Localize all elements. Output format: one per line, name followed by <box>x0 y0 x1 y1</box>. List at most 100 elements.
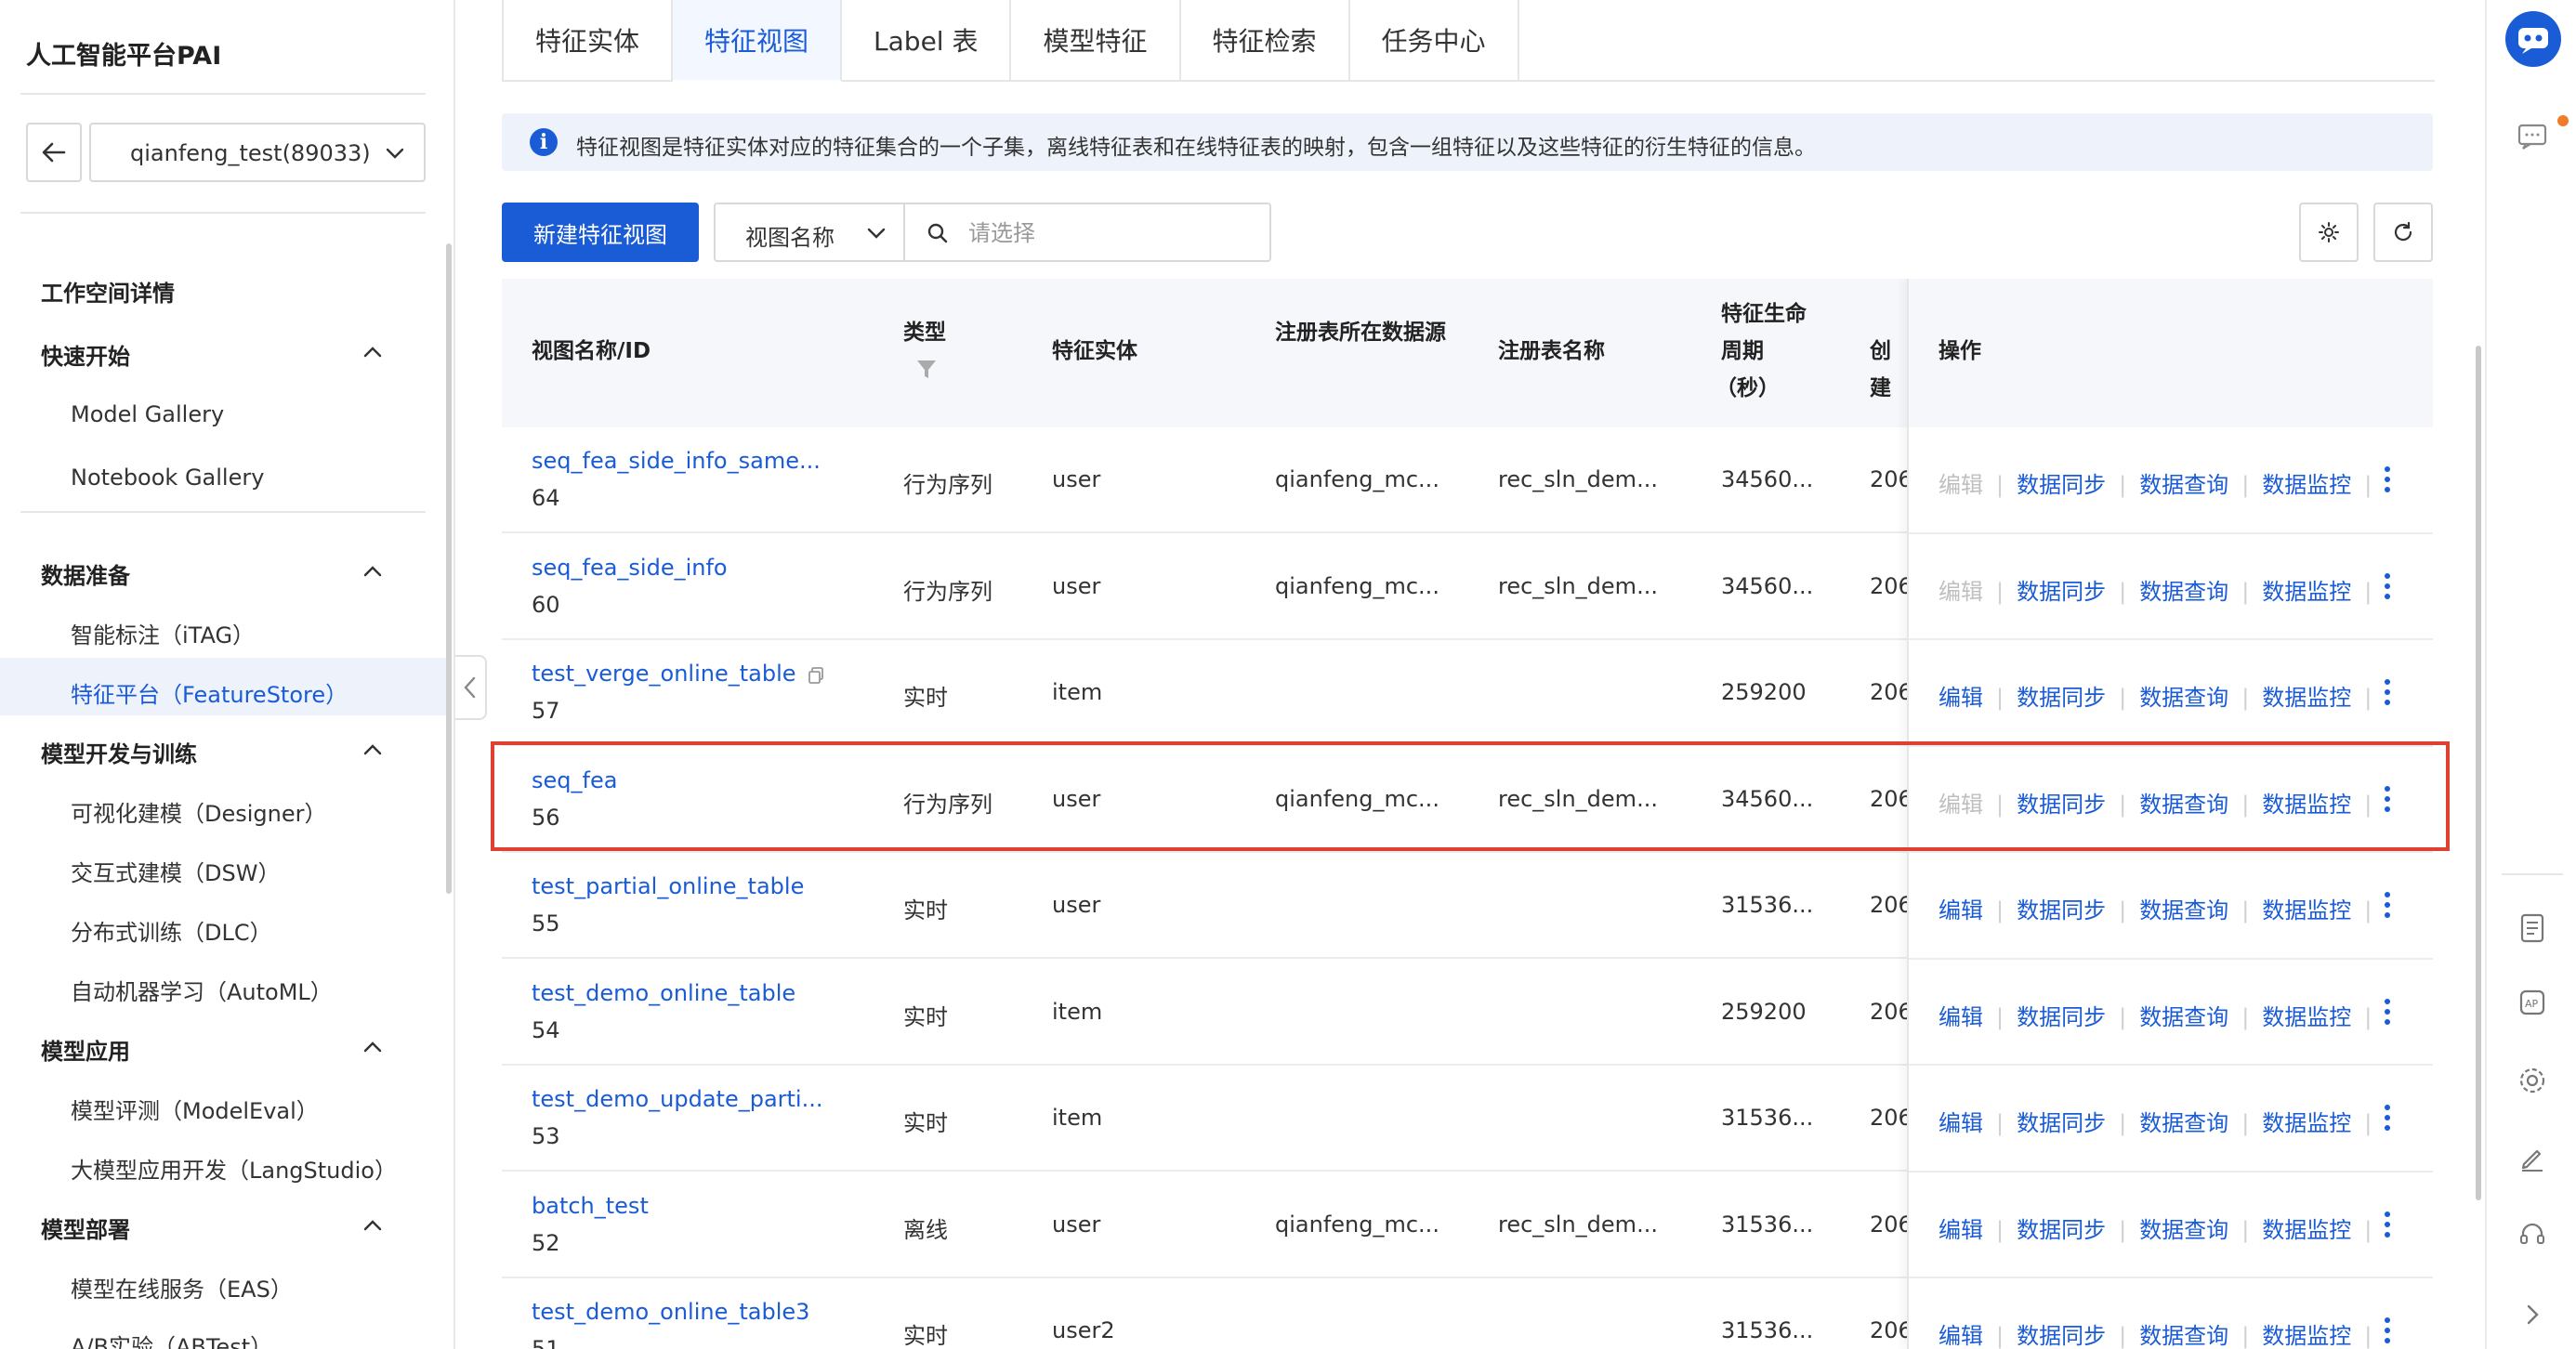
data-sync-link[interactable]: 数据同步 <box>2017 1323 2106 1349</box>
chevron-up-icon[interactable] <box>359 557 387 585</box>
more-icon[interactable] <box>2383 571 2392 601</box>
data-sync-link[interactable]: 数据同步 <box>2017 685 2106 711</box>
edit-link[interactable]: 编辑 <box>1939 685 1983 711</box>
back-button[interactable] <box>26 123 82 182</box>
tab-model-feature[interactable]: 模型特征 <box>1011 0 1181 82</box>
workspace-select[interactable]: qianfeng_test(89033) <box>89 123 426 182</box>
data-monitor-link[interactable]: 数据监控 <box>2262 685 2351 711</box>
data-monitor-link[interactable]: 数据监控 <box>2262 1323 2351 1349</box>
chevron-up-icon[interactable] <box>359 1033 387 1061</box>
more-icon[interactable] <box>2383 1210 2392 1239</box>
filter-field-select[interactable]: 视图名称 <box>714 203 905 262</box>
nav-workspace-detail[interactable]: 工作空间详情 <box>41 275 175 308</box>
chevron-up-icon[interactable] <box>359 338 387 366</box>
data-query-link[interactable]: 数据查询 <box>2139 1110 2228 1136</box>
more-icon[interactable] <box>2383 1103 2392 1133</box>
expand-rail-button[interactable] <box>2511 1293 2554 1336</box>
nav-group-data-prep[interactable]: 数据准备 <box>41 557 130 590</box>
nav-item-featurestore[interactable]: 特征平台（FeatureStore） <box>71 676 348 709</box>
message-button[interactable] <box>2511 115 2554 158</box>
edit-link[interactable]: 编辑 <box>1939 897 1983 923</box>
data-query-link[interactable]: 数据查询 <box>2139 1217 2228 1243</box>
refresh-button[interactable] <box>2373 203 2433 262</box>
collapse-sidebar-button[interactable] <box>455 655 487 720</box>
settings-button[interactable] <box>2299 203 2359 262</box>
create-feature-view-button[interactable]: 新建特征视图 <box>502 203 699 262</box>
data-monitor-link[interactable]: 数据监控 <box>2262 897 2351 923</box>
nav-item-modeleval[interactable]: 模型评测（ModelEval） <box>71 1093 319 1125</box>
separator: | <box>2241 578 2250 605</box>
nav-item-eas[interactable]: 模型在线服务（EAS） <box>71 1271 293 1303</box>
edit-link[interactable]: 编辑 <box>1939 1217 1983 1243</box>
nav-group-model-app[interactable]: 模型应用 <box>41 1033 130 1066</box>
nav-item-model-gallery[interactable]: Model Gallery <box>71 401 224 427</box>
chevron-up-icon[interactable] <box>359 1211 387 1239</box>
nav-group-model-dev[interactable]: 模型开发与训练 <box>41 736 197 768</box>
more-icon[interactable] <box>2383 677 2392 707</box>
tab-feature-entity[interactable]: 特征实体 <box>502 0 674 82</box>
edit-link[interactable]: 编辑 <box>1939 1323 1983 1349</box>
data-query-link[interactable]: 数据查询 <box>2139 897 2228 923</box>
data-monitor-link[interactable]: 数据监控 <box>2262 1004 2351 1030</box>
nav-group-quickstart[interactable]: 快速开始 <box>41 338 130 371</box>
edit-button[interactable] <box>2511 1137 2554 1180</box>
data-sync-link[interactable]: 数据同步 <box>2017 1004 2106 1030</box>
data-monitor-link[interactable]: 数据监控 <box>2262 472 2351 498</box>
chevron-up-icon[interactable] <box>359 736 387 764</box>
data-query-link[interactable]: 数据查询 <box>2139 685 2228 711</box>
filter-icon[interactable] <box>916 359 937 381</box>
data-sync-link[interactable]: 数据同步 <box>2017 897 2106 923</box>
nav-item-designer[interactable]: 可视化建模（Designer） <box>71 795 327 828</box>
more-icon[interactable] <box>2383 1316 2392 1345</box>
view-name-link[interactable]: test_demo_online_table <box>532 980 795 1006</box>
data-sync-link[interactable]: 数据同步 <box>2017 1110 2106 1136</box>
copy-icon[interactable] <box>807 666 825 685</box>
nav-item-abtest[interactable]: A/B实验（ABTest） <box>71 1329 272 1349</box>
view-name-link[interactable]: batch_test <box>532 1193 649 1219</box>
nav-item-dlc[interactable]: 分布式训练（DLC） <box>71 914 272 947</box>
main-scrollbar[interactable] <box>2476 346 2481 1200</box>
data-sync-link[interactable]: 数据同步 <box>2017 472 2106 498</box>
more-icon[interactable] <box>2383 890 2392 920</box>
tab-feature-view[interactable]: 特征视图 <box>673 0 843 82</box>
view-name-link[interactable]: test_verge_online_table <box>532 661 796 687</box>
nav-item-automl[interactable]: 自动机器学习（AutoML） <box>71 974 333 1006</box>
edit-link[interactable]: 编辑 <box>1939 1004 1983 1030</box>
assistant-bot-icon[interactable] <box>2505 11 2561 67</box>
api-button[interactable]: AP <box>2511 981 2554 1024</box>
separator: | <box>1996 1323 2004 1349</box>
tab-feature-search[interactable]: 特征检索 <box>1180 0 1350 82</box>
view-id: 57 <box>532 698 560 724</box>
view-name-link[interactable]: test_demo_update_parti... <box>532 1086 823 1112</box>
support-button[interactable] <box>2511 1213 2554 1256</box>
data-monitor-link[interactable]: 数据监控 <box>2262 1217 2351 1243</box>
data-sync-link[interactable]: 数据同步 <box>2017 1217 2106 1243</box>
nav-group-deploy[interactable]: 模型部署 <box>41 1211 130 1244</box>
more-icon[interactable] <box>2383 465 2392 494</box>
data-monitor-link[interactable]: 数据监控 <box>2262 579 2351 605</box>
data-query-link[interactable]: 数据查询 <box>2139 472 2228 498</box>
tab-task-center[interactable]: 任务中心 <box>1349 0 1519 82</box>
sidebar-scrollbar[interactable] <box>446 243 452 894</box>
nav-item-itag[interactable]: 智能标注（iTAG） <box>71 617 255 649</box>
settings-rail-button[interactable] <box>2511 1059 2554 1102</box>
search-input[interactable] <box>968 216 1247 251</box>
data-monitor-link[interactable]: 数据监控 <box>2262 1110 2351 1136</box>
edit-link[interactable]: 编辑 <box>1939 579 1983 605</box>
nav-item-langstudio[interactable]: 大模型应用开发（LangStudio） <box>71 1152 397 1185</box>
tab-label-table[interactable]: Label 表 <box>842 0 1012 82</box>
data-sync-link[interactable]: 数据同步 <box>2017 579 2106 605</box>
docs-button[interactable] <box>2511 907 2554 950</box>
data-query-link[interactable]: 数据查询 <box>2139 1323 2228 1349</box>
edit-link[interactable]: 编辑 <box>1939 472 1983 498</box>
more-icon[interactable] <box>2383 997 2392 1027</box>
view-name-link[interactable]: seq_fea_side_info <box>532 555 728 581</box>
nav-item-dsw[interactable]: 交互式建模（DSW） <box>71 855 280 887</box>
data-query-link[interactable]: 数据查询 <box>2139 1004 2228 1030</box>
edit-link[interactable]: 编辑 <box>1939 1110 1983 1136</box>
nav-item-notebook-gallery[interactable]: Notebook Gallery <box>71 465 264 491</box>
view-name-link[interactable]: test_partial_online_table <box>532 873 804 899</box>
view-name-link[interactable]: test_demo_online_table3 <box>532 1299 809 1325</box>
data-query-link[interactable]: 数据查询 <box>2139 579 2228 605</box>
view-name-link[interactable]: seq_fea_side_info_same... <box>532 448 821 474</box>
